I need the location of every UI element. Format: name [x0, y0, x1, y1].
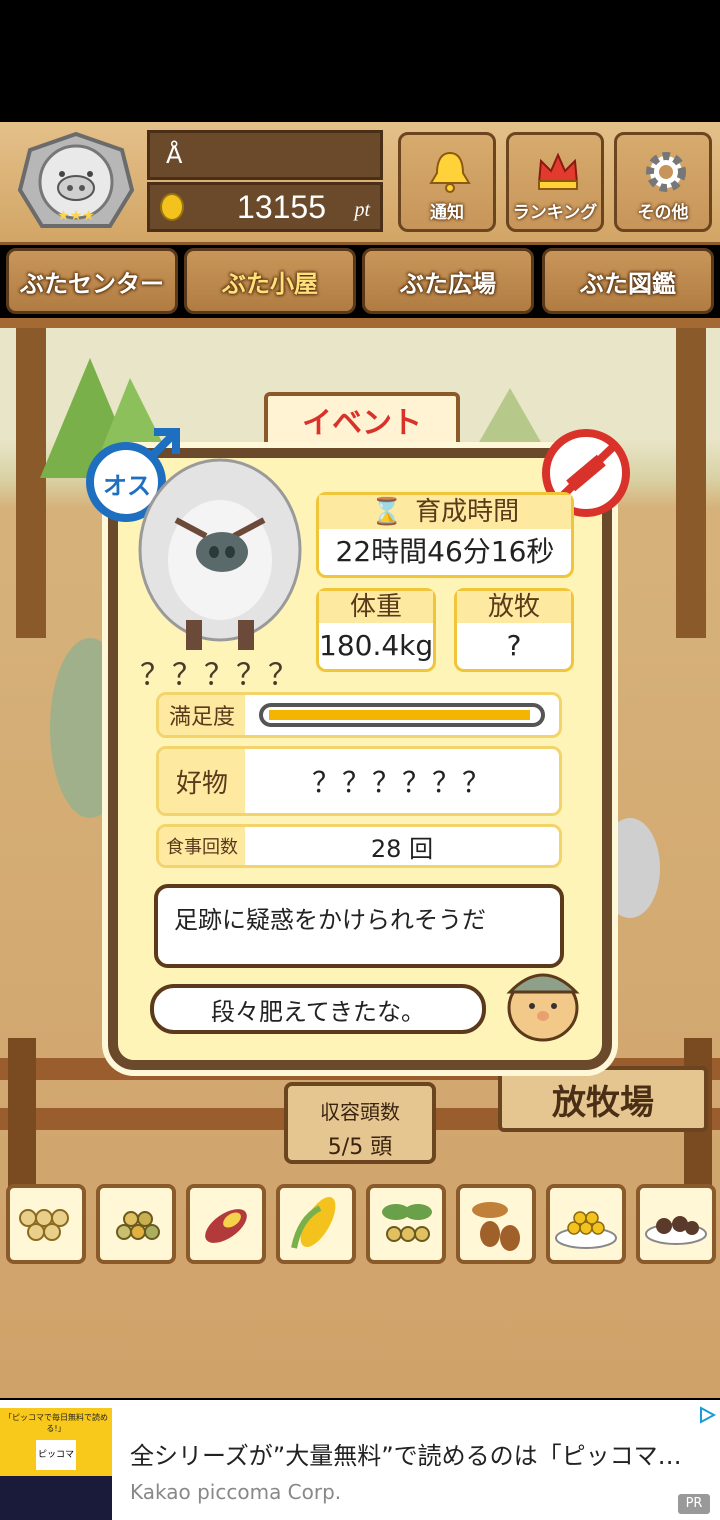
ranking-label: ランキング [512, 203, 598, 223]
growth-time-value: 22時間46分16秒 [335, 535, 555, 568]
favorite-label: 好物 [159, 749, 245, 813]
growth-time-header: ⌛ 育成時間 [319, 495, 571, 529]
ad-thumb-logo: ピッコマ [36, 1440, 76, 1470]
mixed-grain-icon [116, 1211, 160, 1240]
pig-illustration[interactable] [136, 450, 304, 660]
capacity-sign: 収容頭数 5/5 頭 [284, 1082, 436, 1164]
food-slot-3[interactable] [186, 1184, 266, 1264]
pasture-sign[interactable]: 放牧場 [498, 1066, 708, 1132]
truffle-plate-icon [645, 1216, 707, 1245]
food-slot-6[interactable] [456, 1184, 536, 1264]
grazing-label: 放牧 [457, 591, 571, 623]
bell-icon [429, 151, 471, 193]
crown-icon [537, 152, 579, 190]
meal-count-row: 食事回数 28 回 [156, 824, 562, 868]
meal-count-label: 食事回数 [159, 827, 245, 865]
grazing-value: ? [506, 629, 522, 662]
pig-comment-bubble: 足跡に疑惑をかけられそうだ [154, 884, 564, 968]
ranking-button[interactable]: ランキング [506, 132, 604, 232]
food-slot-5[interactable] [366, 1184, 446, 1264]
timer-icon: ⌛ [370, 497, 404, 527]
herb-berries-icon [382, 1204, 432, 1242]
favorite-value: ？？？？？？ [311, 766, 492, 799]
ad-pr-badge: PR [678, 1494, 710, 1514]
notification-label: 通知 [430, 203, 464, 223]
meal-count-value: 28 回 [370, 834, 434, 863]
notification-button[interactable]: 通知 [398, 132, 496, 232]
satisfaction-bar [259, 703, 545, 727]
other-label: その他 [637, 203, 689, 223]
player-name: Å [166, 141, 183, 169]
pig-comment: 足跡に疑惑をかけられそうだ [174, 906, 486, 934]
food-slot-1[interactable] [6, 1184, 86, 1264]
ad-thumb-text-1: 「ピッコマで毎日無料で読める!」 [4, 1413, 108, 1433]
weight-value: 180.4kg [319, 629, 434, 662]
ad-choices-icon[interactable] [698, 1406, 717, 1424]
acorn-icon [472, 1202, 520, 1251]
food-slot-2[interactable] [96, 1184, 176, 1264]
points-box: 13155 pt [147, 182, 383, 232]
weight-card: 体重 180.4kg [316, 588, 436, 672]
corn-icon [291, 1197, 336, 1249]
ad-thumb-art [0, 1476, 112, 1520]
event-sign[interactable]: イベント [264, 392, 460, 448]
soybean-icon [19, 1209, 69, 1241]
tab-buta-center[interactable]: ぶたセンター [6, 248, 178, 314]
tab-buta-encyclopedia[interactable]: ぶた図鑑 [542, 248, 714, 314]
farmer-comment-bubble: 段々肥えてきたな。 [150, 984, 486, 1034]
capacity-value: 5/5 頭 [327, 1135, 393, 1160]
growth-time-label: 育成時間 [415, 497, 520, 527]
ad-banner[interactable]: 「ピッコマで毎日無料で読める!」 ピッコマ 全シリーズが”大量無料”で読めるのは… [0, 1400, 720, 1520]
gear-icon [646, 152, 686, 192]
coin-icon [160, 193, 184, 221]
player-name-box: Å [147, 130, 383, 180]
ad-thumbnail[interactable]: 「ピッコマで毎日無料で読める!」 ピッコマ [0, 1408, 112, 1520]
player-avatar-badge[interactable]: ★★★ [14, 130, 138, 234]
food-slot-4[interactable] [276, 1184, 356, 1264]
growth-time-card: ⌛ 育成時間 22時間46分16秒 [316, 492, 574, 578]
farmer-face-icon [502, 958, 584, 1042]
tab-buta-square[interactable]: ぶた広場 [362, 248, 534, 314]
points-unit: pt [354, 199, 370, 221]
food-slot-7[interactable] [546, 1184, 626, 1264]
ad-advertiser: Kakao piccoma Corp. [130, 1480, 342, 1504]
ad-title[interactable]: 全シリーズが”大量無料”で読めるのは「ピッコマ… [130, 1436, 690, 1471]
sweet-potato-icon [205, 1209, 247, 1243]
corn-plate-icon [555, 1211, 617, 1249]
food-slot-8[interactable] [636, 1184, 716, 1264]
points-value: 13155 [237, 189, 326, 225]
capacity-label: 収容頭数 [320, 1100, 400, 1124]
weight-label: 体重 [319, 591, 433, 623]
satisfaction-label: 満足度 [159, 695, 245, 735]
pig-name: ？？？？？ [140, 658, 300, 693]
other-button[interactable]: その他 [614, 132, 712, 232]
satisfaction-row: 満足度 [156, 692, 562, 738]
satisfaction-bar-fill [269, 710, 530, 720]
favorite-food-row: 好物 ？？？？？？ [156, 746, 562, 816]
tab-buta-hut[interactable]: ぶた小屋 [184, 248, 356, 314]
svg-text:★★★: ★★★ [57, 208, 95, 224]
grazing-card: 放牧 ? [454, 588, 574, 672]
